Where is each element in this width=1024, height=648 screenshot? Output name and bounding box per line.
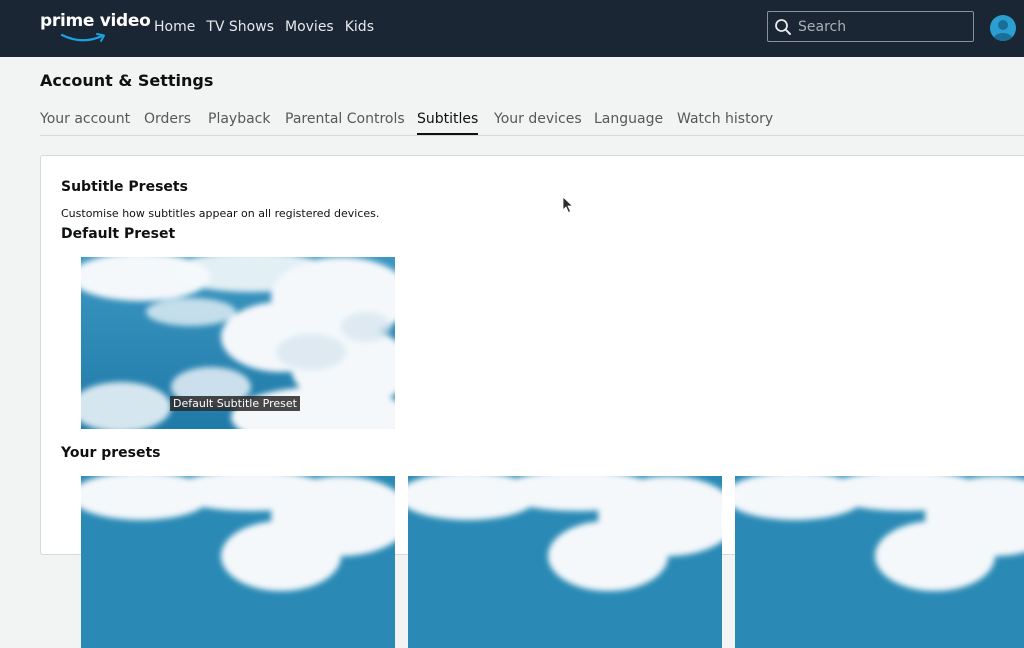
subtitle-presets-heading: Subtitle Presets (61, 179, 188, 195)
avatar-icon[interactable] (989, 14, 1017, 42)
page-title: Account & Settings (40, 71, 214, 90)
tab-language[interactable]: Language (594, 111, 663, 134)
sky-preview-image (408, 476, 722, 648)
nav-tv-shows[interactable]: TV Shows (206, 19, 274, 35)
default-preset-heading: Default Preset (61, 226, 176, 242)
subtitle-presets-panel: Subtitle Presets Customise how subtitles… (40, 155, 1024, 648)
tab-your-account[interactable]: Your account (40, 111, 130, 134)
subtitle-presets-description: Customise how subtitles appear on all re… (61, 207, 380, 220)
prime-smile-logo (60, 33, 105, 42)
tab-your-devices[interactable]: Your devices (494, 111, 582, 134)
nav-home[interactable]: Home (154, 19, 195, 35)
top-navigation-bar: prime video Home TV Shows Movies Kids (0, 0, 1024, 57)
search-box[interactable] (767, 11, 974, 42)
sky-preview-image (735, 476, 1024, 648)
your-presets-heading: Your presets (61, 445, 161, 461)
main-nav: Home TV Shows Movies Kids (154, 19, 374, 35)
nav-movies[interactable]: Movies (285, 19, 334, 35)
prime-video-logo[interactable]: prime video (40, 11, 151, 47)
settings-tabs: Your account Orders Playback Parental Co… (40, 111, 1024, 136)
your-preset-tile-2[interactable] (408, 476, 722, 648)
your-preset-tile-1[interactable] (81, 476, 395, 648)
logo-text: prime video (40, 11, 151, 31)
tab-playback[interactable]: Playback (208, 111, 270, 134)
search-icon (775, 19, 791, 35)
your-preset-tile-3[interactable] (735, 476, 1024, 648)
search-input[interactable] (798, 17, 968, 37)
mouse-pointer (562, 196, 574, 214)
nav-kids[interactable]: Kids (345, 19, 374, 35)
tab-orders[interactable]: Orders (144, 111, 191, 134)
tab-parental-controls[interactable]: Parental Controls (285, 111, 405, 134)
tab-watch-history[interactable]: Watch history (677, 111, 773, 134)
tab-subtitles[interactable]: Subtitles (417, 111, 479, 135)
default-subtitle-caption: Default Subtitle Preset (170, 396, 300, 411)
sky-preview-image (81, 476, 395, 648)
default-preset-tile[interactable]: Default Subtitle Preset (81, 257, 395, 429)
